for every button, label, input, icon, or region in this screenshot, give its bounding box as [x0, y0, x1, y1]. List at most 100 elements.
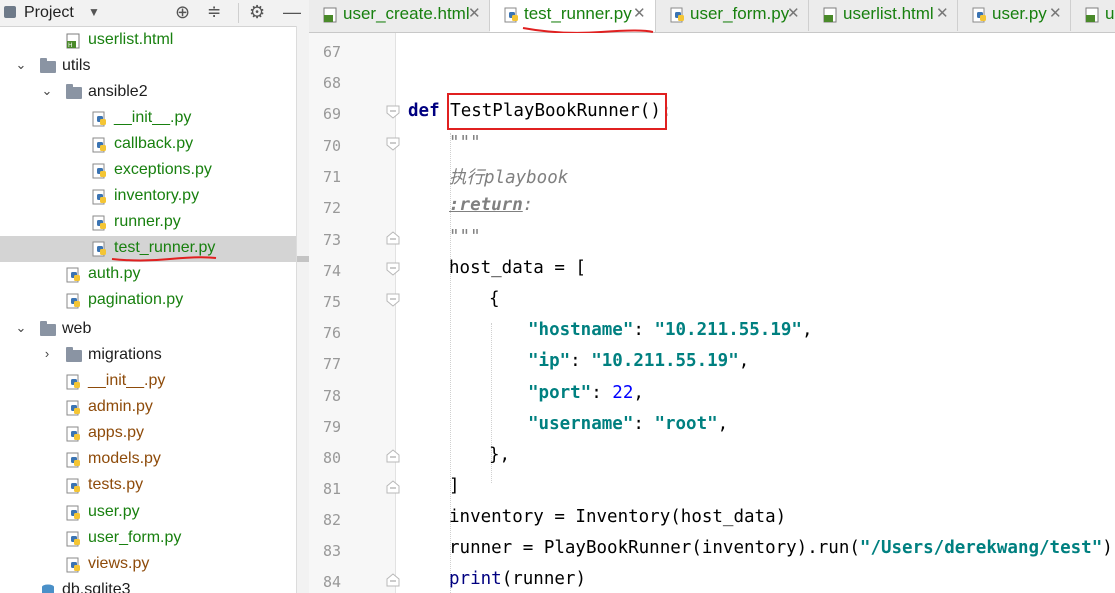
tree-item-label: auth.py	[88, 265, 141, 282]
close-icon[interactable]: ✕	[787, 4, 800, 22]
fold-marker-icon[interactable]	[386, 293, 400, 307]
tree-item-user-form-py[interactable]: user_form.py	[0, 526, 309, 552]
code-line-70: """	[449, 133, 481, 153]
python-file-icon	[66, 531, 80, 547]
tree-item-models-py[interactable]: models.py	[0, 447, 309, 473]
tree-item-init-py[interactable]: __init__.py	[0, 106, 309, 132]
chevron-down-icon[interactable]: ⌄	[14, 57, 28, 73]
fold-marker-icon[interactable]	[386, 262, 400, 276]
tree-item-runner-py[interactable]: runner.py	[0, 210, 309, 236]
tree-item-inventory-py[interactable]: inventory.py	[0, 184, 309, 210]
fold-end-icon[interactable]	[386, 480, 400, 494]
line-number: 75	[322, 293, 341, 311]
close-icon[interactable]: ✕	[936, 4, 949, 22]
python-file-icon	[92, 137, 106, 153]
fold-end-icon[interactable]	[386, 231, 400, 245]
gear-icon[interactable]: ⚙	[249, 2, 265, 23]
tab-label: user_form.py	[690, 4, 790, 23]
panel-splitter[interactable]	[296, 26, 310, 593]
project-panel-header: Project ▼ ⊕ ≑ ⚙ —	[0, 0, 309, 27]
tree-item-utils[interactable]: ⌄ utils	[0, 54, 309, 80]
locate-target-icon[interactable]: ⊕	[175, 2, 190, 23]
python-file-icon	[92, 111, 106, 127]
tree-item-migrations[interactable]: › migrations	[0, 343, 309, 369]
tab-user-form-py[interactable]: user_form.py ✕	[656, 0, 809, 31]
close-icon[interactable]: ✕	[468, 4, 481, 22]
python-file-icon	[66, 426, 80, 442]
line-number: 77	[322, 355, 341, 373]
python-file-icon	[66, 452, 80, 468]
tab-user-create-html[interactable]: user_create.html ✕	[309, 0, 490, 31]
code-line-73: """	[449, 227, 481, 247]
tree-item-label: pagination.py	[88, 291, 184, 308]
folder-icon	[40, 321, 56, 336]
tree-item-test-runner-py[interactable]: test_runner.py	[0, 236, 309, 262]
line-number: 83	[322, 542, 341, 560]
tree-item-label: callback.py	[114, 135, 194, 152]
tree-item-pagination-py[interactable]: pagination.py	[0, 288, 309, 314]
tree-item-callback-py[interactable]: callback.py	[0, 132, 309, 158]
fold-marker-icon[interactable]	[386, 105, 400, 119]
chevron-down-icon[interactable]: ▼	[88, 5, 100, 19]
project-view-selector[interactable]: Project	[24, 4, 74, 22]
tree-item-label: web	[62, 320, 92, 337]
tree-item-db-sqlite3[interactable]: db.sqlite3	[0, 578, 309, 593]
python-file-icon	[92, 241, 106, 257]
dict-key: "ip"	[528, 351, 571, 371]
tree-item-auth-py[interactable]: auth.py	[0, 262, 309, 288]
chevron-right-icon[interactable]: ›	[40, 346, 54, 361]
chevron-down-icon[interactable]: ⌄	[14, 320, 28, 336]
tree-item-apps-py[interactable]: apps.py	[0, 421, 309, 447]
line-number: 80	[322, 449, 341, 467]
code-punct: :	[591, 383, 613, 403]
code-editor[interactable]: 67 68 69 70 71 72 73 74 75 76 77 78 79 8…	[309, 33, 1115, 593]
tree-item-views-py[interactable]: views.py	[0, 552, 309, 578]
python-file-icon	[66, 557, 80, 573]
line-number: 74	[322, 262, 341, 280]
dict-key: "hostname"	[528, 320, 634, 340]
fold-end-icon[interactable]	[386, 573, 400, 587]
database-icon	[42, 584, 54, 593]
code-line-77: "ip": "10.211.55.19",	[528, 351, 749, 371]
code-punct: ,	[633, 383, 644, 403]
minimize-icon[interactable]: —	[283, 2, 301, 23]
docstring-text: :	[522, 195, 534, 215]
tree-item-label: inventory.py	[114, 187, 200, 204]
python-file-icon	[92, 189, 106, 205]
tree-item-user-py[interactable]: user.py	[0, 500, 309, 526]
tab-truncated[interactable]: us	[1071, 0, 1115, 31]
tree-item-tests-py[interactable]: tests.py	[0, 473, 309, 499]
python-file-icon	[670, 7, 684, 23]
code-line-75: {	[489, 289, 500, 309]
tab-label: user_create.html	[343, 4, 470, 23]
line-number: 73	[322, 231, 341, 249]
tree-item-label: runner.py	[114, 213, 181, 230]
collapse-all-icon[interactable]: ≑	[207, 2, 221, 22]
tree-item-ansible2[interactable]: ⌄ ansible2	[0, 80, 309, 106]
python-file-icon	[92, 163, 106, 179]
close-icon[interactable]: ✕	[1049, 4, 1062, 22]
builtin-print: print	[449, 569, 502, 589]
tree-item-label: apps.py	[88, 424, 145, 441]
python-file-icon	[66, 374, 80, 390]
folder-icon	[66, 84, 82, 99]
code-line-78: "port": 22,	[528, 383, 644, 403]
python-file-icon	[972, 7, 986, 23]
chevron-down-icon[interactable]: ⌄	[40, 83, 54, 99]
tree-item-admin-py[interactable]: admin.py	[0, 395, 309, 421]
fold-end-icon[interactable]	[386, 449, 400, 463]
close-icon[interactable]: ✕	[633, 4, 646, 22]
tree-item-exceptions-py[interactable]: exceptions.py	[0, 158, 309, 184]
tree-item-web-init-py[interactable]: __init__.py	[0, 369, 309, 395]
tree-item-web[interactable]: ⌄ web	[0, 317, 309, 343]
dict-value: 22	[612, 383, 634, 403]
tree-item-label: views.py	[88, 555, 150, 572]
tab-userlist-html[interactable]: userlist.html ✕	[809, 0, 958, 31]
tree-item-label: migrations	[88, 346, 162, 363]
fold-marker-icon[interactable]	[386, 137, 400, 151]
tab-user-py[interactable]: user.py ✕	[958, 0, 1071, 31]
code-line-72: :return:	[449, 195, 533, 215]
tree-item-label: models.py	[88, 450, 161, 467]
tree-item-userlist-html[interactable]: H userlist.html	[0, 28, 309, 54]
line-number: 78	[322, 387, 341, 405]
